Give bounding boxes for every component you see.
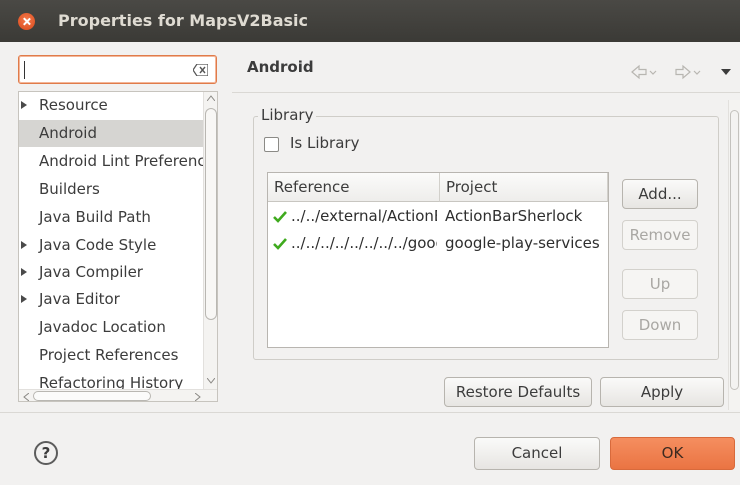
scroll-left-arrow-icon[interactable] (23, 393, 29, 401)
tree-item-label: Java Code Style (39, 236, 157, 254)
scrollbar-thumb[interactable] (730, 110, 739, 390)
scroll-up-arrow-icon[interactable] (207, 95, 215, 101)
is-library-label[interactable]: Is Library (290, 134, 359, 152)
tree-item-label: Javadoc Location (39, 318, 166, 336)
reference-cell: ../../external/ActionBarSherlock (291, 207, 437, 225)
footer-divider (0, 412, 740, 413)
header-divider (232, 92, 740, 93)
tree-item-java-build-path[interactable]: Java Build Path (19, 204, 203, 231)
project-cell: ActionBarSherlock (445, 207, 583, 225)
ok-button[interactable]: OK (610, 437, 735, 470)
move-up-button[interactable]: Up (622, 269, 698, 299)
restore-defaults-button[interactable]: Restore Defaults (444, 377, 592, 407)
apply-button[interactable]: Apply (600, 377, 724, 407)
window-title: Properties for MapsV2Basic (58, 11, 308, 30)
tree-item-java-compiler[interactable]: Java Compiler (19, 259, 203, 286)
forward-arrow-icon[interactable] (675, 64, 701, 80)
tree-item-resource[interactable]: Resource (19, 92, 203, 119)
library-group-label: Library (258, 106, 317, 124)
filter-input[interactable] (25, 59, 185, 81)
help-icon[interactable]: ? (34, 441, 58, 465)
tree-item-builders[interactable]: Builders (19, 176, 203, 203)
back-arrow-icon[interactable] (631, 64, 657, 80)
move-down-button[interactable]: Down (622, 310, 698, 340)
tree-item-label: Resource (39, 96, 108, 114)
tree-item-java-editor[interactable]: Java Editor (19, 286, 203, 313)
remove-library-button[interactable]: Remove (622, 220, 698, 250)
project-cell: google-play-services (445, 234, 600, 252)
tree-horizontal-scrollbar[interactable] (19, 389, 217, 401)
expand-arrow-icon[interactable] (21, 268, 27, 276)
expand-arrow-icon[interactable] (21, 241, 27, 249)
tree-item-android-lint-preferences[interactable]: Android Lint Preferences (19, 148, 203, 175)
page-title: Android (247, 58, 314, 76)
tree-item-label: Java Compiler (39, 263, 143, 281)
tree-item-label: Java Editor (39, 290, 120, 308)
view-menu-icon[interactable] (721, 69, 731, 75)
valid-check-icon (273, 211, 287, 223)
column-header-reference[interactable]: Reference (268, 173, 440, 202)
expand-arrow-icon[interactable] (21, 295, 27, 303)
tree-item-android[interactable]: Android (19, 120, 203, 147)
tree-item-label: Builders (39, 180, 100, 198)
tree-item-label: Android (39, 124, 97, 142)
close-window-icon[interactable] (18, 13, 35, 30)
properties-dialog: Properties for MapsV2Basic Resource Andr… (0, 0, 740, 485)
column-header-project[interactable]: Project (440, 173, 608, 202)
tree-item-project-references[interactable]: Project References (19, 342, 203, 369)
expand-arrow-icon[interactable] (21, 101, 27, 109)
scrollbar-thumb[interactable] (33, 391, 151, 401)
reference-cell: ../../../../../../../../google-play-serv… (291, 234, 437, 252)
cancel-button[interactable]: Cancel (474, 437, 600, 470)
title-bar: Properties for MapsV2Basic (0, 0, 740, 42)
text-caret (24, 61, 25, 79)
scrollbar-thumb[interactable] (205, 108, 217, 320)
clear-filter-icon[interactable] (193, 64, 208, 76)
tree-item-label: Android Lint Preferences (39, 152, 203, 170)
tree-item-label: Project References (39, 346, 179, 364)
library-references-table[interactable]: Reference Project ../../external/ActionB… (267, 172, 609, 348)
is-library-checkbox[interactable] (264, 137, 279, 152)
tree-item-java-code-style[interactable]: Java Code Style (19, 232, 203, 259)
tree-vertical-scrollbar[interactable] (203, 92, 217, 389)
tree-item-javadoc-location[interactable]: Javadoc Location (19, 314, 203, 341)
navigation-controls (631, 64, 731, 80)
page-vertical-scrollbar[interactable] (728, 100, 740, 410)
scroll-down-arrow-icon[interactable] (207, 378, 215, 384)
property-pages-tree[interactable]: Resource Android Android Lint Preference… (18, 91, 218, 402)
scroll-right-arrow-icon[interactable] (195, 393, 201, 401)
valid-check-icon (273, 238, 287, 250)
filter-field[interactable] (18, 55, 217, 84)
add-library-button[interactable]: Add... (622, 179, 698, 209)
tree-item-label: Java Build Path (39, 208, 151, 226)
